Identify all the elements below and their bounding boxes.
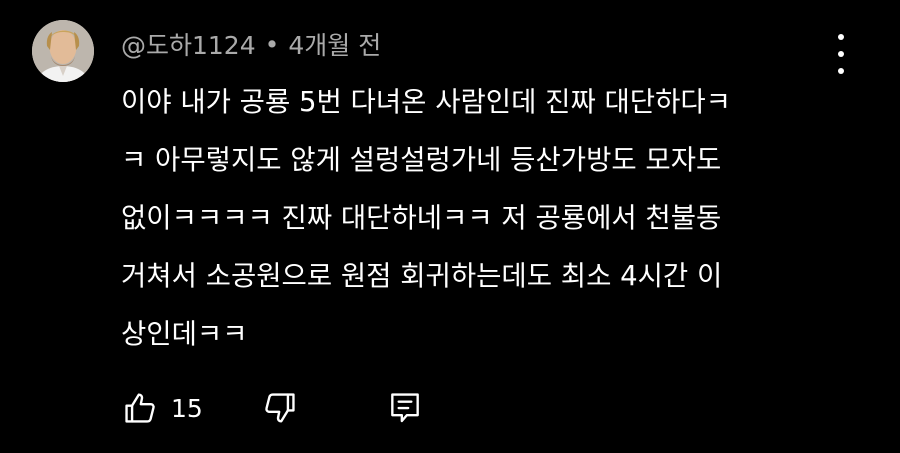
like-count: 15 [171,394,203,423]
more-vert-icon[interactable] [826,34,856,74]
reply-button[interactable] [383,386,427,430]
comment-thread: @도하1124 • 4개월 전 이야 내가 공룡 5번 다녀온 사람인데 진짜 … [0,0,900,453]
more-dot [838,34,844,40]
comment-text: 이야 내가 공룡 5번 다녀온 사람인데 진짜 대단하다ㅋ ㅋ 아무렇지도 않게… [121,86,731,350]
dislike-button[interactable] [258,386,302,430]
avatar-image [32,20,94,82]
thumb-up-icon [125,393,155,423]
comment-time[interactable]: 4개월 전 [288,26,381,62]
more-dot [838,51,844,57]
meta-separator: • [264,29,280,59]
reply-comment-icon [391,393,419,423]
thumb-down-icon [265,393,295,423]
comment-actions: 15 [0,380,900,436]
author-name[interactable]: @도하1124 [121,26,256,62]
like-button[interactable] [118,386,162,430]
avatar[interactable] [32,20,94,82]
comment-meta: @도하1124 • 4개월 전 [121,26,381,62]
